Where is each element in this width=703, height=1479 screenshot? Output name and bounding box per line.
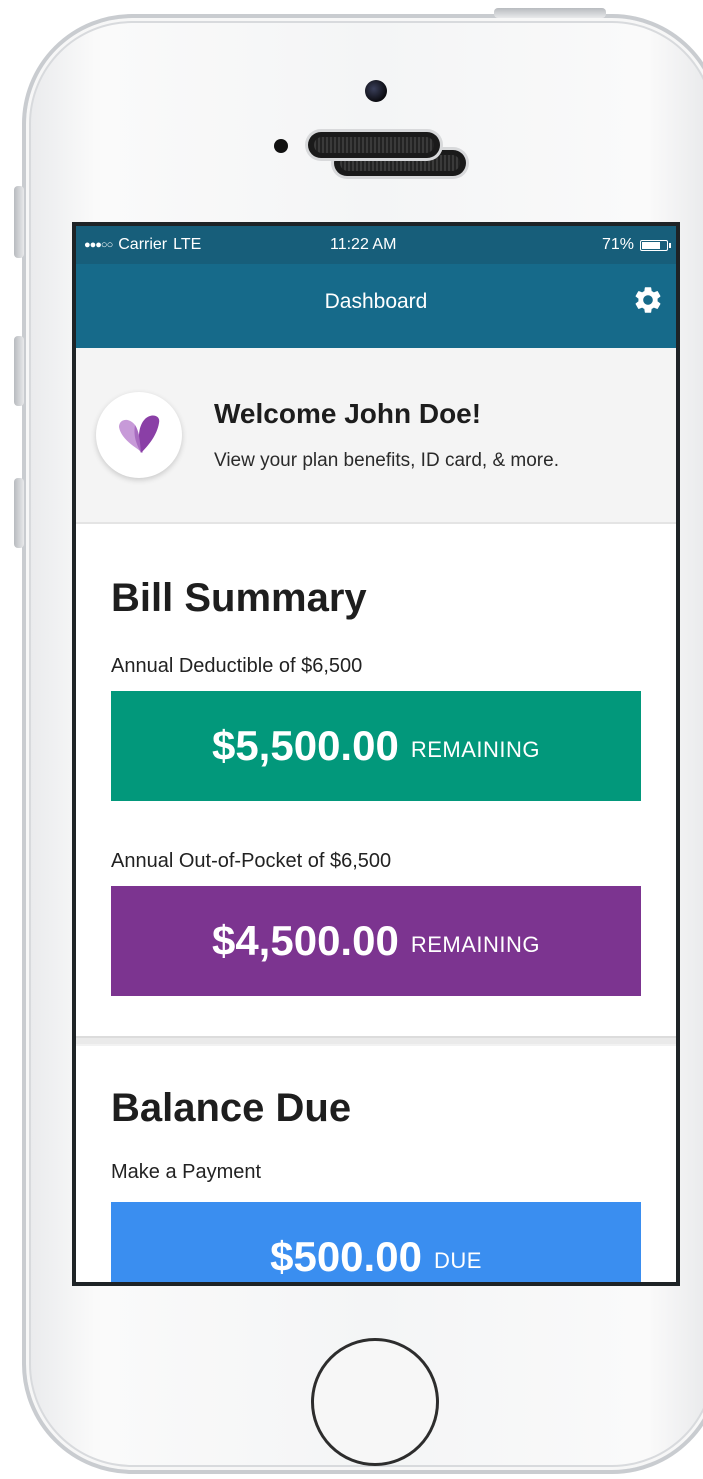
- battery-percent: 71%: [601, 236, 634, 253]
- deductible-remaining-card[interactable]: $5,500.00 REMAINING: [111, 691, 641, 801]
- status-time: 11:22 AM: [330, 236, 397, 253]
- proximity-sensor: [274, 139, 288, 153]
- balance-due-section: Balance Due Make a Payment $500.00 DUE: [76, 1046, 676, 1282]
- balance-due-suffix: DUE: [433, 1248, 482, 1273]
- welcome-banner: Welcome John Doe! View your plan benefit…: [76, 348, 676, 524]
- out-of-pocket-suffix: REMAINING: [410, 932, 541, 957]
- signal-strength-icon: ●●●○○: [84, 239, 113, 251]
- navigation-bar: Dashboard: [76, 264, 676, 348]
- mute-switch: [14, 186, 24, 258]
- brand-logo: [96, 392, 182, 478]
- page-title: Dashboard: [324, 290, 428, 313]
- balance-due-amount: $500.00: [270, 1233, 422, 1280]
- battery-icon: [640, 239, 671, 251]
- balance-due-card[interactable]: $500.00 DUE: [111, 1202, 641, 1282]
- out-of-pocket-amount: $4,500.00: [211, 917, 399, 964]
- power-button: [494, 8, 606, 18]
- bill-summary-section: Bill Summary Annual Deductible of $6,500…: [76, 524, 676, 1036]
- status-left: ●●●○○ Carrier LTE: [84, 236, 201, 254]
- earpiece-speaker: [308, 132, 440, 158]
- deductible-suffix: REMAINING: [410, 737, 541, 762]
- heart-logo-icon: [119, 415, 160, 453]
- status-right: 71%: [601, 236, 671, 254]
- deductible-amount: $5,500.00: [211, 722, 399, 769]
- out-of-pocket-caption: Annual Out-of-Pocket of $6,500: [111, 850, 392, 872]
- out-of-pocket-remaining-card[interactable]: $4,500.00 REMAINING: [111, 886, 641, 996]
- volume-down-button: [14, 478, 24, 548]
- phone-screen: ●●●○○ Carrier LTE 11:22 AM 71% Dashboard: [72, 222, 680, 1286]
- section-divider: [76, 1036, 676, 1046]
- welcome-subtitle: View your plan benefits, ID card, & more…: [214, 450, 559, 471]
- app-viewport: ●●●○○ Carrier LTE 11:22 AM 71% Dashboard: [76, 226, 676, 1282]
- volume-up-button: [14, 336, 24, 406]
- front-camera: [365, 80, 387, 102]
- network-type: LTE: [173, 236, 202, 253]
- welcome-title: Welcome John Doe!: [214, 398, 482, 429]
- gear-icon[interactable]: [632, 284, 664, 316]
- bill-summary-title: Bill Summary: [111, 576, 367, 620]
- balance-due-title: Balance Due: [111, 1086, 352, 1130]
- home-button[interactable]: [311, 1338, 439, 1466]
- status-bar: ●●●○○ Carrier LTE 11:22 AM 71%: [76, 226, 676, 264]
- make-payment-caption: Make a Payment: [111, 1161, 262, 1183]
- deductible-caption: Annual Deductible of $6,500: [111, 655, 363, 677]
- carrier-name: Carrier: [118, 236, 168, 253]
